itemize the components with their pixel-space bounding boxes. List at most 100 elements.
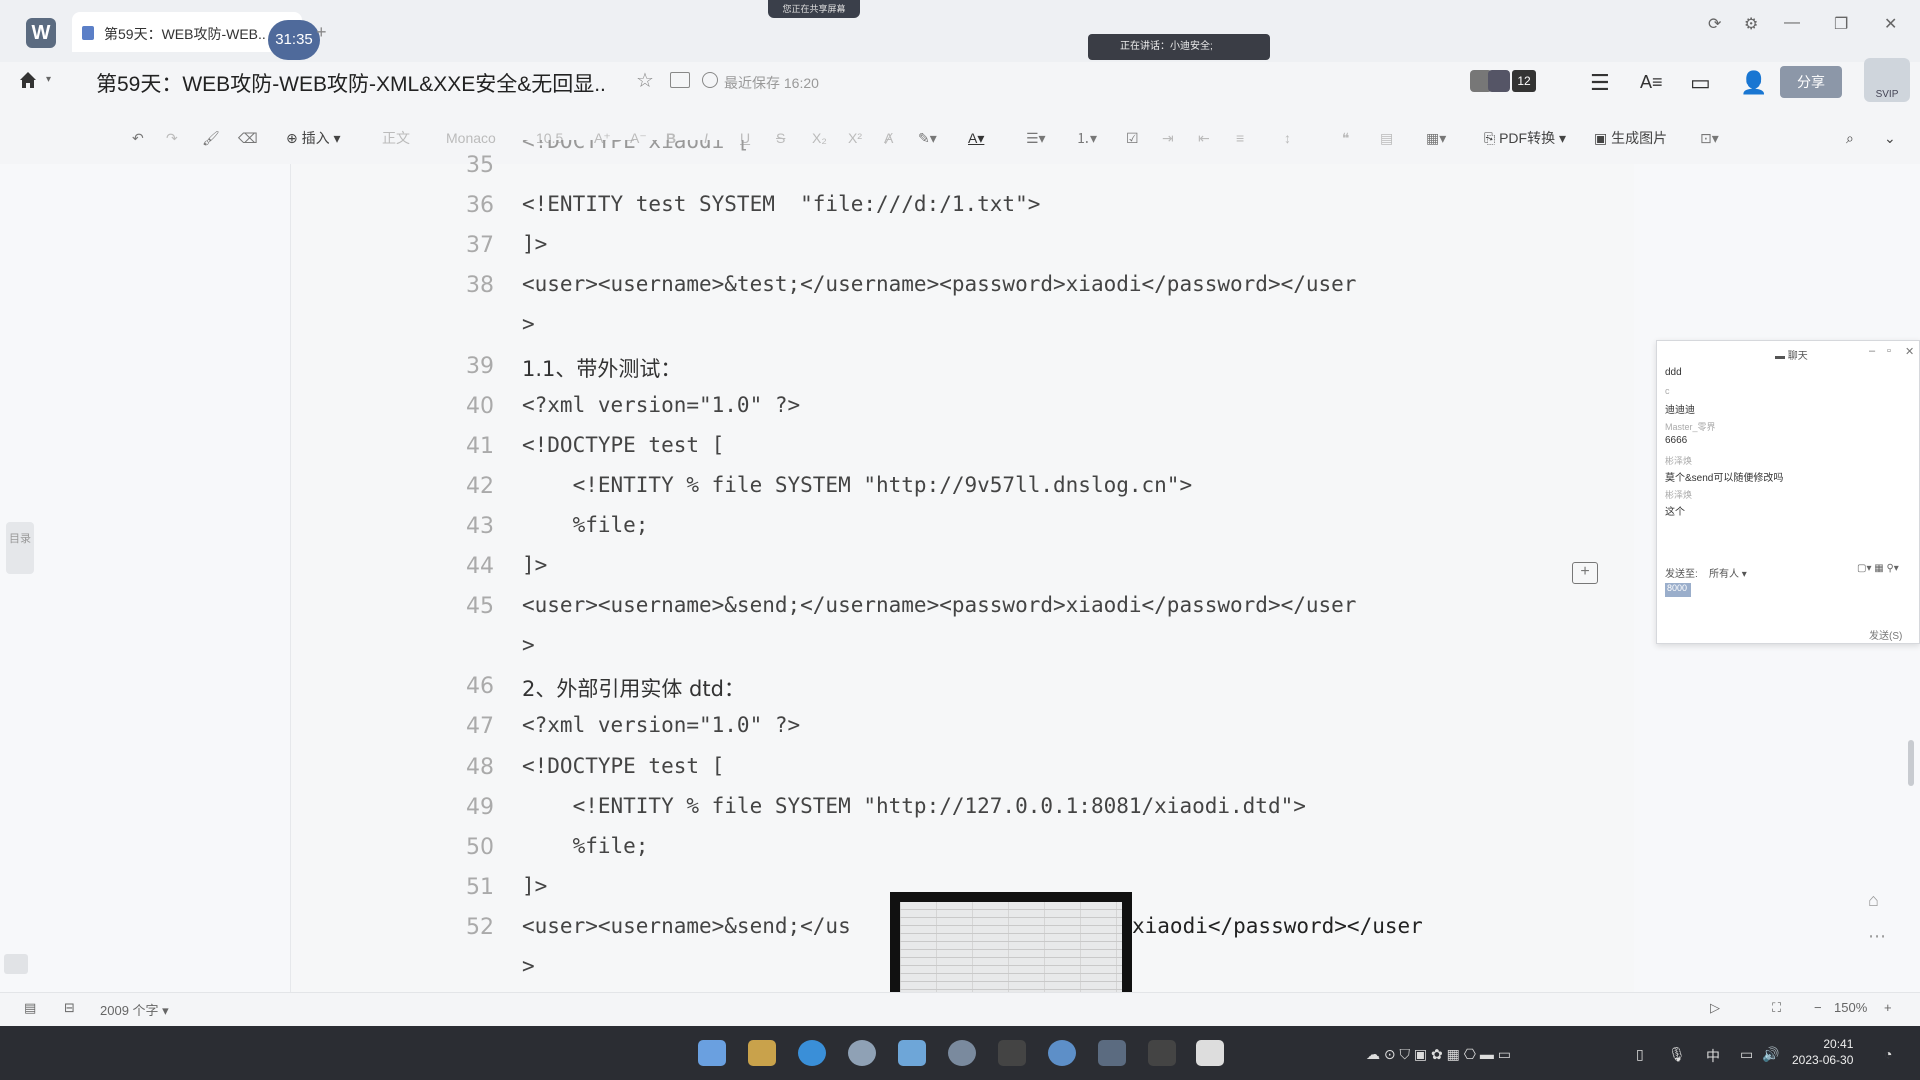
collaborator-avatars[interactable]: 12: [1470, 68, 1536, 94]
checkbox-icon[interactable]: ☑: [1126, 128, 1139, 148]
close-button[interactable]: ✕: [1884, 14, 1897, 34]
text-size-icon[interactable]: A≡: [1640, 72, 1663, 93]
app-icon[interactable]: [998, 1040, 1026, 1066]
pdf-convert-label: PDF转换: [1499, 130, 1556, 146]
toc-toggle[interactable]: 目录: [6, 522, 34, 574]
save-status: 最近保存 16:20: [724, 75, 819, 91]
line-spacing-icon[interactable]: ↕: [1284, 128, 1291, 148]
chat-send-button[interactable]: 发送(S): [1869, 627, 1902, 642]
network-app-icon[interactable]: [948, 1040, 976, 1066]
menu-icon[interactable]: ☰: [1590, 70, 1610, 96]
zoom-level[interactable]: 150%: [1834, 1000, 1867, 1015]
layout-icon[interactable]: ⊟: [64, 1000, 75, 1016]
app-logo-icon[interactable]: W: [26, 18, 56, 48]
zoom-out-button[interactable]: −: [1814, 1000, 1822, 1015]
scrollbar-thumb[interactable]: [1908, 740, 1914, 786]
line-number: 45: [466, 594, 494, 619]
home-icon[interactable]: [18, 70, 38, 90]
user-avatar[interactable]: SVIP: [1864, 58, 1910, 102]
more-tools-icon[interactable]: ⊡▾: [1700, 128, 1719, 148]
new-tab-button[interactable]: +: [316, 22, 327, 43]
browser-icon[interactable]: [848, 1040, 876, 1066]
document-title[interactable]: 第59天：WEB攻防-WEB攻防-XML&XXE安全&无回显..: [96, 68, 606, 98]
java-icon[interactable]: [1196, 1040, 1224, 1066]
table-icon[interactable]: ▦▾: [1426, 128, 1446, 148]
refresh-icon[interactable]: ⟳: [1708, 14, 1721, 34]
generate-image-button[interactable]: ▣ 生成图片: [1594, 128, 1667, 148]
numbered-list-icon[interactable]: ⒈▾: [1076, 128, 1097, 148]
fullscreen-icon[interactable]: ⛶: [1772, 1000, 1781, 1016]
settings-icon[interactable]: ⚙: [1744, 14, 1758, 34]
tray-icons[interactable]: ☁ ⊙ ⛉ ▣ ✿ ▦ ⎔ ▬ ▭: [1366, 1046, 1511, 1063]
meeting-app-icon[interactable]: [1048, 1040, 1076, 1066]
style-select[interactable]: 正文: [382, 128, 410, 148]
chat-minimize-button[interactable]: –: [1869, 345, 1875, 357]
line-number: 46: [466, 674, 494, 699]
line-number: 50: [466, 835, 494, 860]
page-view-icon[interactable]: ▤: [24, 1000, 36, 1016]
clock-time: 20:41: [1823, 1037, 1854, 1051]
outline-icon[interactable]: [4, 954, 28, 974]
home-dropdown-icon[interactable]: ▾: [46, 74, 51, 85]
tab-document[interactable]: 第59天：WEB攻防-WEB..: [72, 12, 302, 52]
wps-icon[interactable]: [1098, 1040, 1126, 1066]
edge-browser-icon[interactable]: [798, 1040, 826, 1066]
search-icon[interactable]: ⌕: [1846, 128, 1854, 148]
chat-tool-icons[interactable]: ▢▾ ▦ ⚲▾: [1857, 563, 1899, 574]
folder-icon[interactable]: [670, 72, 690, 88]
subscript-icon[interactable]: X₂: [812, 128, 827, 148]
shirt-icon[interactable]: ⌂: [1868, 890, 1879, 911]
more-icon[interactable]: ⋯: [1868, 926, 1886, 947]
notification-icon[interactable]: ◔: [1884, 1046, 1892, 1062]
play-icon[interactable]: ▷: [1710, 1000, 1720, 1016]
microphone-icon[interactable]: 🎙: [1668, 1046, 1686, 1063]
thumbnail-image: [900, 902, 1122, 1006]
align-icon[interactable]: ≡: [1236, 128, 1244, 148]
font-select[interactable]: Monaco: [446, 128, 496, 148]
word-count[interactable]: 2009 个字 ▾: [100, 1000, 169, 1019]
send-to-select[interactable]: 所有人 ▾: [1709, 565, 1747, 580]
strikethrough-icon[interactable]: S: [776, 128, 785, 148]
line-number: 37: [466, 233, 494, 258]
format-painter-icon[interactable]: 🖌: [202, 128, 220, 148]
add-comment-icon[interactable]: +: [1572, 562, 1598, 584]
send-to-value: 所有人: [1709, 569, 1739, 580]
collaborator-icon[interactable]: 👤: [1740, 70, 1767, 96]
chat-maximize-button[interactable]: ▫: [1887, 345, 1891, 357]
redo-icon[interactable]: ↷: [166, 128, 178, 148]
eraser-icon[interactable]: ⌫: [238, 128, 258, 148]
system-clock[interactable]: 20:41 2023-06-30: [1792, 1036, 1853, 1068]
chat-input[interactable]: 8000: [1665, 583, 1691, 597]
display-icon[interactable]: ▭: [1740, 1046, 1753, 1063]
volume-icon[interactable]: 🔊: [1762, 1046, 1779, 1063]
app-icon-2[interactable]: [1148, 1040, 1176, 1066]
present-icon[interactable]: ▭: [1690, 70, 1711, 96]
photos-icon[interactable]: [898, 1040, 926, 1066]
start-menu-icon[interactable]: [698, 1040, 726, 1066]
indent-icon[interactable]: ⇥: [1162, 128, 1174, 148]
divider-icon[interactable]: ▤: [1380, 128, 1393, 148]
clear-format-icon[interactable]: Ⱥ: [884, 128, 893, 148]
ime-icon[interactable]: 中: [1706, 1046, 1720, 1066]
undo-icon[interactable]: ↶: [132, 128, 144, 148]
bullet-list-icon[interactable]: ☰▾: [1026, 128, 1046, 148]
chat-window[interactable]: ▬ 聊天 – ▫ ✕ ddd c 迪迪迪 Master_零界 6666 彬泽焕 莫个&sen…: [1656, 340, 1920, 644]
file-explorer-icon[interactable]: [748, 1040, 776, 1066]
chat-close-button[interactable]: ✕: [1905, 345, 1914, 358]
quote-icon[interactable]: ❝: [1342, 128, 1350, 148]
collapse-toolbar-icon[interactable]: ⌄: [1884, 128, 1896, 148]
font-color-icon[interactable]: A▾: [968, 128, 984, 148]
code-line: ]>: [522, 232, 548, 256]
insert-button[interactable]: ⊕ 插入 ▾: [286, 128, 341, 148]
pdf-convert-button[interactable]: ⎘ PDF转换 ▾: [1484, 128, 1566, 148]
screen-share-indicator[interactable]: 您正在共享屏幕: [768, 0, 860, 18]
star-icon[interactable]: ☆: [636, 68, 654, 93]
battery-icon[interactable]: ▯: [1636, 1046, 1644, 1063]
zoom-in-button[interactable]: +: [1884, 1000, 1892, 1015]
share-button[interactable]: 分享: [1780, 66, 1842, 98]
highlight-icon[interactable]: ✎▾: [918, 128, 937, 148]
maximize-button[interactable]: ❐: [1834, 14, 1848, 34]
minimize-button[interactable]: —: [1784, 14, 1800, 32]
outdent-icon[interactable]: ⇤: [1198, 128, 1210, 148]
superscript-icon[interactable]: X²: [848, 128, 862, 148]
